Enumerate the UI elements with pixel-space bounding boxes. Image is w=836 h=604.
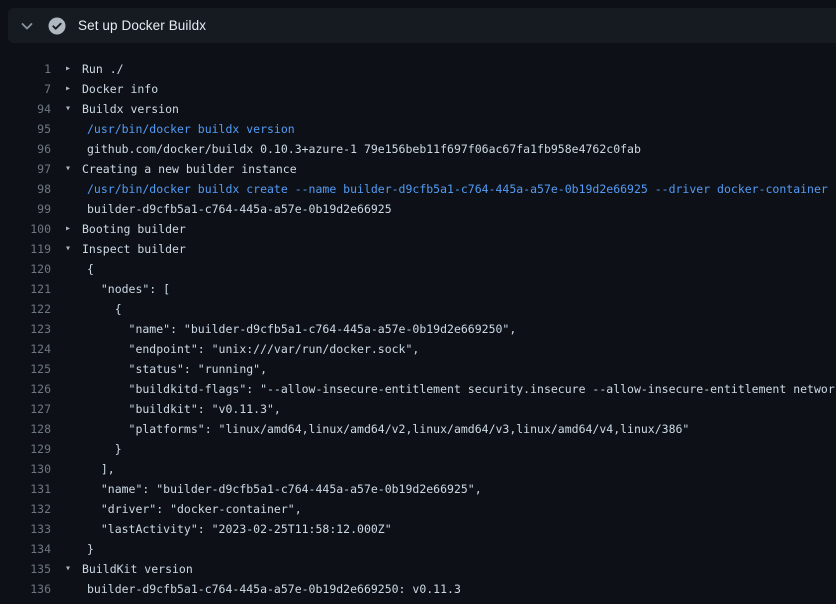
log-line[interactable]: 100 ▸ Booting builder	[0, 219, 836, 239]
log-text: builder-d9cfb5a1-c764-445a-a57e-0b19d2e6…	[87, 199, 392, 219]
line-number[interactable]: 122	[0, 299, 51, 319]
log-text: ],	[87, 459, 115, 479]
log-line: 134 }	[0, 539, 836, 559]
step-header[interactable]: Set up Docker Buildx	[8, 8, 836, 43]
log-line: 121 "nodes": [	[0, 279, 836, 299]
log-text: {	[87, 299, 122, 319]
log-text: "buildkit": "v0.11.3",	[87, 399, 281, 419]
log-line: 127 "buildkit": "v0.11.3",	[0, 399, 836, 419]
line-number[interactable]: 95	[0, 119, 51, 139]
log-text: Run ./	[82, 59, 124, 79]
log-text: Docker info	[82, 79, 158, 99]
log-line: 120 {	[0, 259, 836, 279]
log-text: "platforms": "linux/amd64,linux/amd64/v2…	[87, 419, 689, 439]
log-text: "name": "builder-d9cfb5a1-c764-445a-a57e…	[87, 479, 482, 499]
line-number[interactable]: 99	[0, 199, 51, 219]
log-text: {	[87, 259, 94, 279]
log-text: Booting builder	[82, 219, 186, 239]
log-line[interactable]: 1 ▸ Run ./	[0, 59, 836, 79]
line-number[interactable]: 135	[0, 559, 51, 579]
log-line: 133 "lastActivity": "2023-02-25T11:58:12…	[0, 519, 836, 539]
log-line: 125 "status": "running",	[0, 359, 836, 379]
chevron-down-icon: ▾	[65, 159, 82, 179]
line-number[interactable]: 131	[0, 479, 51, 499]
log-line: 95 /usr/bin/docker buildx version	[0, 119, 836, 139]
line-number[interactable]: 133	[0, 519, 51, 539]
log-viewer: 1 ▸ Run ./ 7 ▸ Docker info 94 ▾ Buildx v…	[0, 43, 836, 604]
chevron-down-icon: ▾	[65, 239, 82, 259]
log-text: }	[87, 439, 122, 459]
line-number[interactable]: 129	[0, 439, 51, 459]
log-line[interactable]: 119 ▾ Inspect builder	[0, 239, 836, 259]
log-text: "buildkitd-flags": "--allow-insecure-ent…	[87, 379, 835, 399]
log-line[interactable]: 97 ▾ Creating a new builder instance	[0, 159, 836, 179]
log-line: 130 ],	[0, 459, 836, 479]
line-number[interactable]: 136	[0, 579, 51, 599]
log-text: "nodes": [	[87, 279, 170, 299]
line-number[interactable]: 125	[0, 359, 51, 379]
line-number[interactable]: 96	[0, 139, 51, 159]
line-number[interactable]: 121	[0, 279, 51, 299]
chevron-down-icon: ▾	[65, 559, 82, 579]
line-number[interactable]: 97	[0, 159, 51, 179]
log-text: github.com/docker/buildx 0.10.3+azure-1 …	[87, 139, 641, 159]
log-line: 132 "driver": "docker-container",	[0, 499, 836, 519]
line-number[interactable]: 100	[0, 219, 51, 239]
chevron-down-icon: ▾	[65, 99, 82, 119]
line-number[interactable]: 98	[0, 179, 51, 199]
log-text: Inspect builder	[82, 239, 186, 259]
line-number[interactable]: 1	[0, 59, 51, 79]
log-line: 122 {	[0, 299, 836, 319]
line-number[interactable]: 127	[0, 399, 51, 419]
line-number[interactable]: 126	[0, 379, 51, 399]
log-text: /usr/bin/docker buildx version	[87, 119, 295, 139]
log-line: 131 "name": "builder-d9cfb5a1-c764-445a-…	[0, 479, 836, 499]
log-text: "driver": "docker-container",	[87, 499, 302, 519]
log-text: }	[87, 539, 94, 559]
log-line: 96 github.com/docker/buildx 0.10.3+azure…	[0, 139, 836, 159]
log-line: 129 }	[0, 439, 836, 459]
line-number[interactable]: 130	[0, 459, 51, 479]
chevron-right-icon: ▸	[65, 219, 82, 239]
log-text: Buildx version	[82, 99, 179, 119]
line-number[interactable]: 134	[0, 539, 51, 559]
log-text: "status": "running",	[87, 359, 267, 379]
log-line: 123 "name": "builder-d9cfb5a1-c764-445a-…	[0, 319, 836, 339]
log-line[interactable]: 7 ▸ Docker info	[0, 79, 836, 99]
log-text: "endpoint": "unix:///var/run/docker.sock…	[87, 339, 419, 359]
log-text: "name": "builder-d9cfb5a1-c764-445a-a57e…	[87, 319, 516, 339]
line-number[interactable]: 119	[0, 239, 51, 259]
log-line[interactable]: 94 ▾ Buildx version	[0, 99, 836, 119]
step-title: Set up Docker Buildx	[78, 18, 206, 33]
log-line: 136 builder-d9cfb5a1-c764-445a-a57e-0b19…	[0, 579, 836, 599]
log-text: builder-d9cfb5a1-c764-445a-a57e-0b19d2e6…	[87, 579, 461, 599]
line-number[interactable]: 132	[0, 499, 51, 519]
log-line: 124 "endpoint": "unix:///var/run/docker.…	[0, 339, 836, 359]
chevron-down-icon	[19, 18, 35, 34]
line-number[interactable]: 128	[0, 419, 51, 439]
line-number[interactable]: 7	[0, 79, 51, 99]
line-number[interactable]: 124	[0, 339, 51, 359]
line-number[interactable]: 120	[0, 259, 51, 279]
log-line: 128 "platforms": "linux/amd64,linux/amd6…	[0, 419, 836, 439]
check-circle-icon	[48, 17, 66, 35]
log-text: "lastActivity": "2023-02-25T11:58:12.000…	[87, 519, 392, 539]
line-number[interactable]: 123	[0, 319, 51, 339]
log-text: BuildKit version	[82, 559, 193, 579]
log-line[interactable]: 135 ▾ BuildKit version	[0, 559, 836, 579]
chevron-right-icon: ▸	[65, 59, 82, 79]
actions-log-page: Set up Docker Buildx 1 ▸ Run ./ 7 ▸ Dock…	[0, 0, 836, 604]
log-text: /usr/bin/docker buildx create --name bui…	[87, 179, 828, 199]
log-line: 126 "buildkitd-flags": "--allow-insecure…	[0, 379, 836, 399]
chevron-right-icon: ▸	[65, 79, 82, 99]
log-line: 98 /usr/bin/docker buildx create --name …	[0, 179, 836, 199]
log-line: 99 builder-d9cfb5a1-c764-445a-a57e-0b19d…	[0, 199, 836, 219]
log-text: Creating a new builder instance	[82, 159, 297, 179]
line-number[interactable]: 94	[0, 99, 51, 119]
